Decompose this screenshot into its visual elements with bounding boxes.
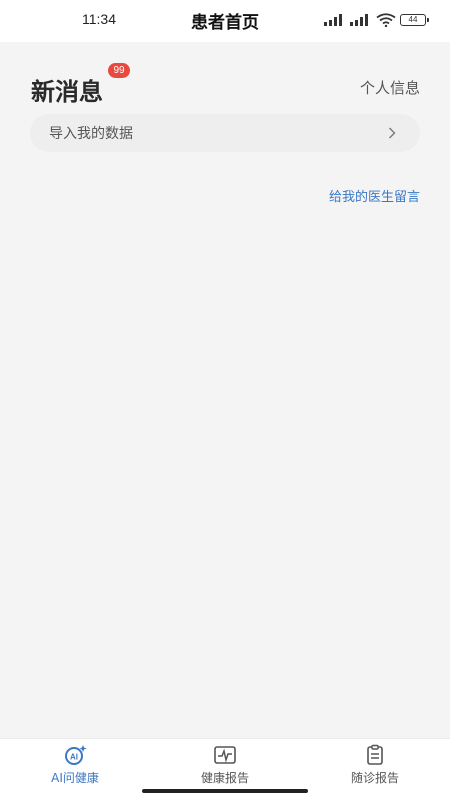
nav-label: 健康报告 xyxy=(200,771,249,785)
health-report-icon xyxy=(213,744,237,766)
battery-icon: 44 xyxy=(400,14,429,26)
svg-text:AI: AI xyxy=(70,753,78,762)
import-data-button[interactable]: 导入我的数据 xyxy=(30,114,420,152)
signal-icon xyxy=(324,14,342,26)
chevron-right-icon xyxy=(389,127,396,139)
nav-item-followup-report[interactable]: 随诊报告 xyxy=(300,739,450,800)
new-messages-title: 新消息 xyxy=(31,78,103,106)
profile-info-link[interactable]: 个人信息 xyxy=(360,77,420,98)
status-bar: 11:34 患者首页 44 xyxy=(0,0,450,42)
ai-health-icon: AI xyxy=(63,744,87,766)
nav-item-ai-health[interactable]: AI AI问健康 xyxy=(0,739,150,800)
message-count-badge: 99 xyxy=(108,63,130,78)
nav-label: AI问健康 xyxy=(51,771,99,785)
import-data-label: 导入我的数据 xyxy=(49,126,133,142)
signal-icon xyxy=(350,14,368,26)
nav-label: 随诊报告 xyxy=(350,771,399,785)
status-icons: 44 xyxy=(324,12,429,28)
message-doctor-link[interactable]: 给我的医生留言 xyxy=(329,186,420,205)
home-indicator[interactable] xyxy=(142,789,308,793)
followup-report-icon xyxy=(363,744,387,766)
wifi-icon xyxy=(376,13,396,27)
